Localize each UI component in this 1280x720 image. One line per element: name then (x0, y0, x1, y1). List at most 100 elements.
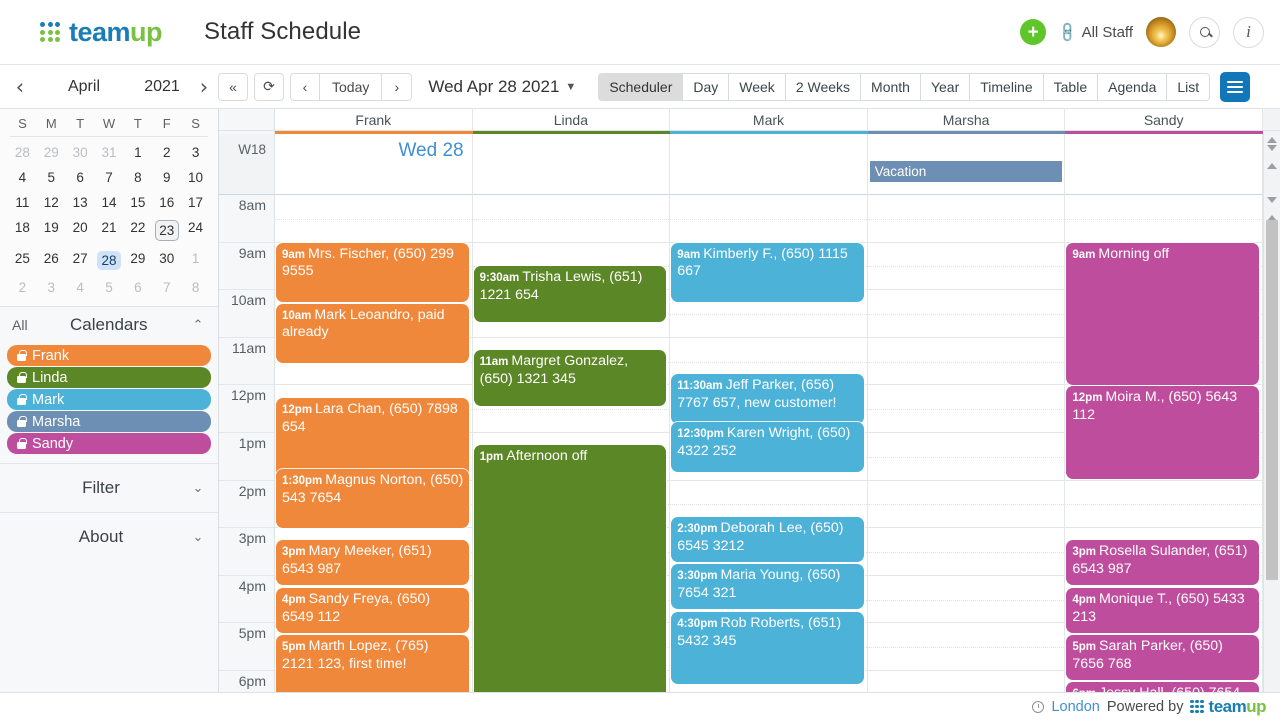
calendar-item-frank[interactable]: Frank (7, 345, 211, 366)
mini-calendar-day[interactable]: 20 (66, 215, 95, 246)
hour-slot[interactable] (472, 195, 670, 243)
calendar-event[interactable]: 6pmJessy Hall, (650) 7654 465 (1066, 682, 1259, 692)
day-column-marsha[interactable]: Vacation (867, 134, 1066, 692)
tab-scheduler[interactable]: Scheduler (598, 72, 684, 101)
calendar-event[interactable]: 1:30pm Magnus Norton, (650) 543 7654 (276, 469, 469, 528)
hour-slot[interactable] (867, 481, 1065, 529)
calendar-event[interactable]: 12pm Moira M., (650) 5643 112 (1066, 386, 1259, 479)
mini-calendar-day[interactable]: 9 (152, 165, 181, 190)
hour-slot[interactable] (868, 671, 1065, 692)
mini-calendar-day[interactable]: 4 (8, 165, 37, 190)
mini-calendar-day[interactable]: 8 (181, 275, 210, 300)
scroll-up-icon[interactable] (1267, 163, 1277, 169)
column-header-frank[interactable]: Frank (275, 109, 473, 130)
mini-calendar-day[interactable]: 16 (152, 190, 181, 215)
mini-calendar-day[interactable]: 24 (181, 215, 210, 246)
mini-calendar-day[interactable]: 30 (152, 246, 181, 275)
allday-event[interactable]: Vacation (869, 161, 1063, 182)
calendar-event[interactable]: 3pm Mary Meeker, (651) 6543 987 (276, 540, 469, 585)
mini-calendar-day[interactable]: 2 (152, 140, 181, 165)
teamup-logo[interactable]: teamup (40, 18, 163, 46)
hour-grid[interactable]: 9am Morning off 12pm Moira M., (650) 5643 1… (1065, 195, 1262, 692)
hour-slot[interactable] (867, 195, 1065, 243)
hour-slot[interactable] (867, 385, 1065, 433)
hour-slot[interactable] (670, 195, 867, 243)
mini-calendar-day[interactable]: 25 (8, 246, 37, 275)
mini-calendar-day[interactable]: 7 (95, 165, 124, 190)
current-date-picker[interactable]: Wed Apr 28 2021 ▼ (428, 77, 576, 97)
mini-calendar-day[interactable]: 29 (37, 140, 66, 165)
calendar-event[interactable]: 11:30am Jeff Parker, (656) 7767 657, new … (671, 374, 864, 424)
mini-calendar-day[interactable]: 31 (95, 140, 124, 165)
calendar-event[interactable]: 1pm Afternoon off (473, 445, 667, 692)
calendars-all-toggle[interactable]: All (12, 317, 28, 333)
info-button[interactable]: i (1233, 16, 1264, 48)
calendar-event[interactable]: 9am Mrs. Fischer, (650) 299 9555 (276, 242, 469, 302)
hour-grid[interactable]: 9:30am Trisha Lewis, (651) 1221 654 11am Ma… (472, 195, 670, 692)
jump-back-button[interactable]: « (218, 72, 248, 101)
calendar-event[interactable]: 12pm Lara Chan, (650) 7898 654 (276, 398, 469, 479)
mini-calendar-day[interactable]: 29 (123, 246, 152, 275)
allday-band[interactable]: Wed 28 (275, 134, 472, 195)
column-header-marsha[interactable]: Marsha (868, 109, 1066, 130)
mini-calendar-day[interactable]: 26 (37, 246, 66, 275)
calendar-event[interactable]: 4pm Monique T., (650) 5433 213 (1066, 588, 1259, 633)
allday-band[interactable] (1065, 134, 1262, 195)
mini-calendar-day[interactable]: 21 (95, 215, 124, 246)
calendar-event[interactable]: 4:30pm Rob Roberts, (651) 5432 345 (671, 612, 864, 684)
mini-calendar-day[interactable]: 14 (95, 190, 124, 215)
calendar-event[interactable]: 9:30am Trisha Lewis, (651) 1221 654 (473, 266, 667, 323)
calendar-event[interactable]: 2:30pm Deborah Lee, (650) 6545 3212 (671, 517, 864, 562)
scroll-down-icon[interactable] (1267, 145, 1277, 151)
chevron-down-icon[interactable]: ⌄ (190, 529, 206, 545)
mini-calendar-day[interactable]: 5 (37, 165, 66, 190)
scrollbar-track[interactable] (1266, 220, 1278, 692)
tab-year[interactable]: Year (920, 72, 971, 101)
hour-slot[interactable] (867, 338, 1065, 386)
hour-slot[interactable] (867, 290, 1065, 338)
calendar-event[interactable]: 9am Morning off (1066, 242, 1259, 385)
about-section-header[interactable]: About ⌄ (0, 512, 218, 561)
tab-table[interactable]: Table (1043, 72, 1099, 101)
tab-agenda[interactable]: Agenda (1098, 72, 1168, 101)
mini-calendar-day[interactable]: 10 (181, 165, 210, 190)
mini-calendar-day[interactable]: 6 (123, 275, 152, 300)
timezone-link[interactable]: London (1051, 699, 1099, 715)
tab-timeline[interactable]: Timeline (970, 72, 1044, 101)
hour-slot[interactable] (867, 433, 1065, 481)
mini-calendar-day[interactable]: 18 (8, 215, 37, 246)
mini-calendar-day[interactable]: 2 (8, 275, 37, 300)
calendar-item-marsha[interactable]: Marsha (7, 411, 211, 432)
mini-calendar-day[interactable]: 12 (37, 190, 66, 215)
footer-teamup-logo[interactable]: teamup (1190, 698, 1266, 715)
mini-calendar-day[interactable]: 8 (123, 165, 152, 190)
vertical-scrollbar[interactable] (1263, 134, 1280, 692)
all-staff-link[interactable]: 🔗 All Staff (1056, 20, 1133, 44)
calendar-event[interactable]: 3pm Rosella Sulander, (651) 6543 987 (1066, 540, 1259, 585)
search-button[interactable] (1189, 16, 1220, 48)
avatar[interactable] (1146, 17, 1176, 47)
filter-section-header[interactable]: Filter ⌄ (0, 463, 218, 512)
refresh-button[interactable]: ⟳ (254, 72, 284, 101)
mini-calendar-day[interactable]: 11 (8, 190, 37, 215)
mini-calendar-day[interactable]: 1 (181, 246, 210, 275)
scroll-up-icon[interactable] (1267, 137, 1277, 143)
allday-band[interactable] (472, 134, 670, 195)
column-header-mark[interactable]: Mark (670, 109, 868, 130)
add-event-button[interactable]: + (1020, 19, 1047, 45)
mini-calendar-day[interactable]: 7 (152, 275, 181, 300)
today-button[interactable]: Today (320, 72, 383, 101)
tab-month[interactable]: Month (861, 72, 921, 101)
next-day-button[interactable]: › (382, 72, 413, 101)
tab-day[interactable]: Day (683, 72, 730, 101)
hour-slot[interactable] (1065, 481, 1262, 529)
mini-calendar-day[interactable]: 19 (37, 215, 66, 246)
chevron-up-icon[interactable]: ⌃ (190, 317, 206, 333)
calendar-event[interactable]: 11am Margret Gonzalez, (650) 1321 345 (473, 350, 667, 406)
column-header-sandy[interactable]: Sandy (1065, 109, 1263, 130)
calendar-event[interactable]: 12:30pm Karen Wright, (650) 4322 252 (671, 422, 864, 472)
hour-slot[interactable] (1065, 195, 1262, 243)
hour-slot[interactable] (867, 623, 1065, 671)
mini-calendar-day[interactable]: 6 (66, 165, 95, 190)
next-month-button[interactable]: › (190, 73, 218, 101)
